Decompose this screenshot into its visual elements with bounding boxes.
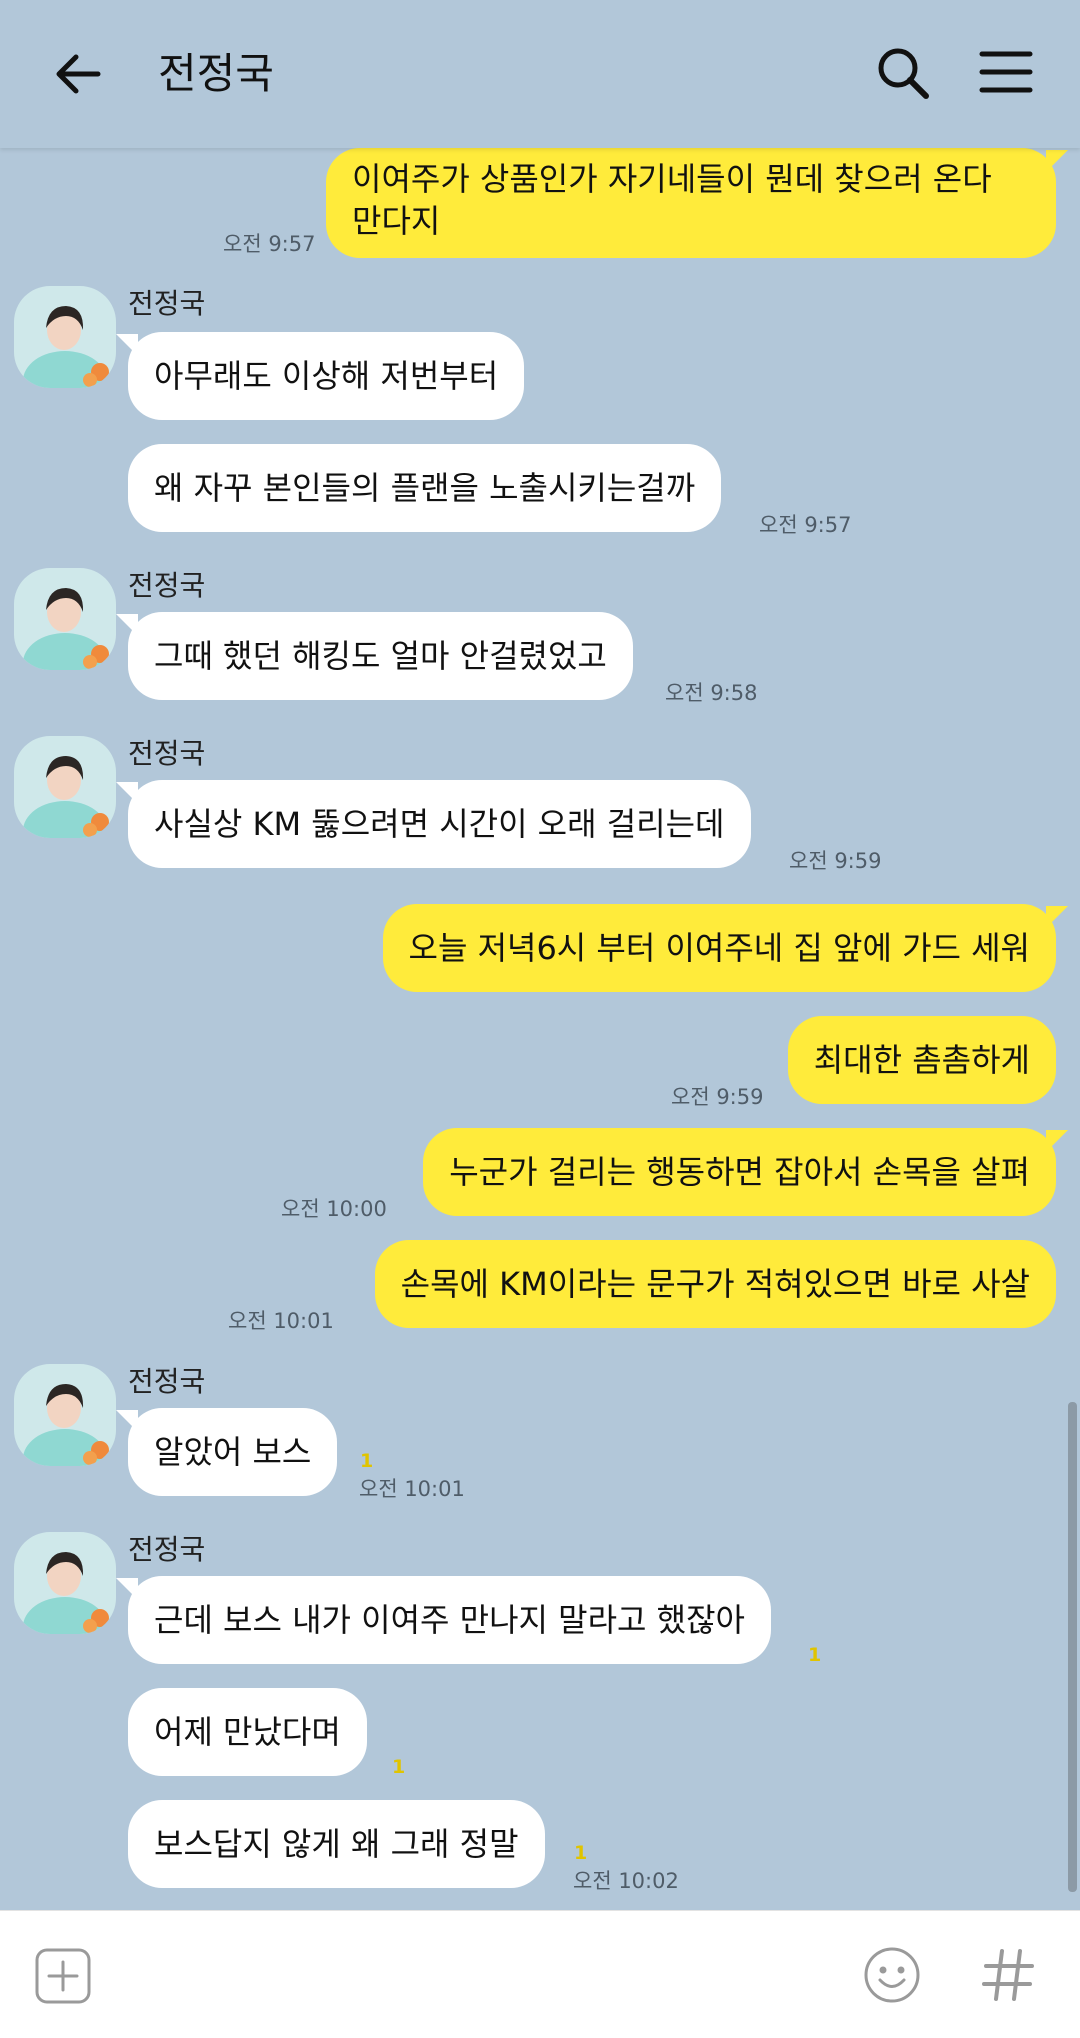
- chat-messages-area[interactable]: 이여주가 상품인가 자기네들이 뭔데 찾으러 온다 만다지 오전 9:57 전정…: [0, 148, 1080, 1910]
- outgoing-message-bubble[interactable]: 손목에 KM이라는 문구가 적혀있으면 바로 사살: [374, 1240, 1056, 1328]
- message-time: 오전 10:00: [281, 1197, 387, 1221]
- incoming-message-bubble[interactable]: 알았어 보스: [115, 1408, 338, 1496]
- sender-name: 전정국: [128, 737, 206, 770]
- message-time: 오전 9:59: [671, 1085, 764, 1109]
- incoming-message-bubble[interactable]: 근데 보스 내가 이여주 만나지 말라고 했잖아: [116, 1576, 771, 1664]
- unread-count: 1: [392, 1756, 406, 1778]
- message-time: 오전 10:01: [359, 1477, 465, 1501]
- chat-title: 전정국: [158, 49, 274, 98]
- message-time: 오전 9:57: [223, 232, 316, 256]
- profile-avatar[interactable]: [14, 736, 116, 838]
- sender-name: 전정국: [128, 1365, 206, 1398]
- unread-count: 1: [574, 1842, 588, 1864]
- outgoing-message-bubble[interactable]: 최대한 촘촘하게: [787, 1016, 1056, 1104]
- incoming-message-bubble[interactable]: 사실상 KM 뚫으려면 시간이 오래 걸리는데: [116, 780, 751, 868]
- search-icon[interactable]: [872, 42, 934, 104]
- outgoing-message-bubble[interactable]: 이여주가 상품인가 자기네들이 뭔데 찾으러 온다 만다지: [326, 148, 1068, 258]
- message-time: 오전 9:57: [759, 513, 852, 537]
- sender-name: 전정국: [128, 569, 206, 602]
- incoming-message-bubble[interactable]: 보스답지 않게 왜 그래 정말: [128, 1800, 545, 1888]
- message-time: 오전 10:02: [573, 1869, 679, 1893]
- plus-square-icon[interactable]: [34, 1947, 92, 2005]
- profile-avatar[interactable]: [14, 568, 116, 670]
- chat-header: 전정국: [0, 0, 1080, 148]
- message-time: 오전 10:01: [228, 1309, 334, 1333]
- unread-count: 1: [808, 1644, 822, 1666]
- message-input-bar: [0, 1910, 1080, 2038]
- chat-scrollbar[interactable]: [1068, 1402, 1077, 1892]
- hashtag-icon[interactable]: [978, 1945, 1038, 2005]
- arrow-left-icon[interactable]: [48, 44, 108, 104]
- sender-name: 전정국: [128, 287, 206, 320]
- message-input[interactable]: [120, 1941, 840, 2011]
- message-time: 오전 9:58: [665, 681, 758, 705]
- emoticon-icon[interactable]: [862, 1945, 922, 2005]
- profile-avatar[interactable]: [14, 1364, 116, 1466]
- incoming-message-bubble[interactable]: 아무래도 이상해 저번부터: [115, 332, 525, 420]
- outgoing-message-bubble[interactable]: 오늘 저녁6시 부터 이여주네 집 앞에 가드 세워: [382, 904, 1069, 992]
- incoming-message-bubble[interactable]: 어제 만났다며: [128, 1688, 367, 1776]
- incoming-message-bubble[interactable]: 왜 자꾸 본인들의 플랜을 노출시키는걸까: [128, 444, 722, 532]
- hamburger-menu-icon[interactable]: [978, 44, 1034, 100]
- profile-avatar[interactable]: [14, 286, 116, 388]
- outgoing-message-bubble[interactable]: 누군가 걸리는 행동하면 잡아서 손목을 살펴: [423, 1128, 1068, 1216]
- unread-count: 1: [360, 1450, 374, 1472]
- message-time: 오전 9:59: [789, 849, 882, 873]
- profile-avatar[interactable]: [14, 1532, 116, 1634]
- incoming-message-bubble[interactable]: 그때 했던 해킹도 얼마 안걸렸었고: [116, 612, 633, 700]
- sender-name: 전정국: [128, 1533, 206, 1566]
